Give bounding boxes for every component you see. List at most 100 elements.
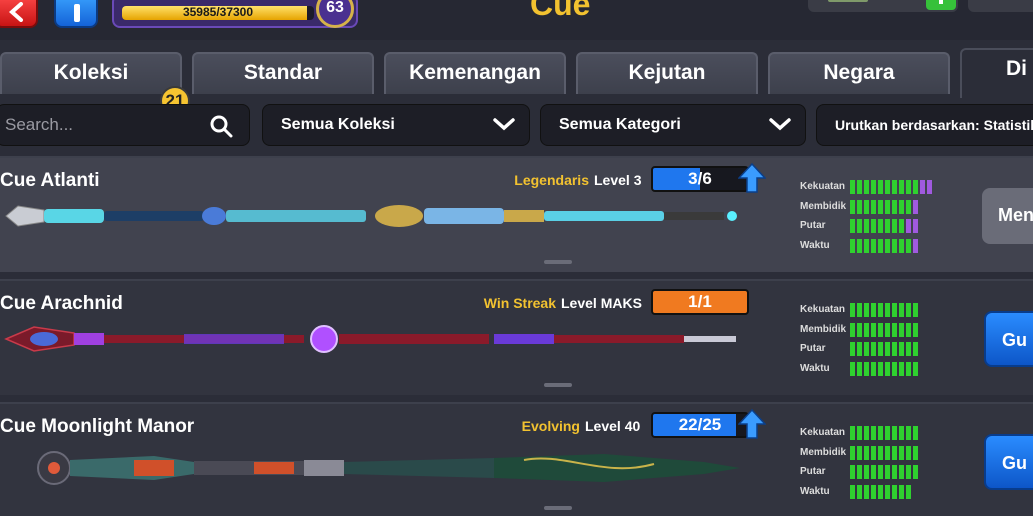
stat-label: Kekuatan: [800, 304, 846, 315]
stat-spin: Putar: [800, 340, 940, 360]
cue-stats: Kekuatan Membidik Putar Waktu: [800, 301, 940, 379]
tab-koleksi[interactable]: Koleksi: [0, 52, 182, 94]
upgrade-arrow-icon[interactable]: [738, 163, 766, 193]
cue-arachnid-image: [4, 325, 736, 353]
search-box[interactable]: [0, 104, 250, 146]
stat-segment: [892, 426, 897, 440]
stat-segment: [885, 199, 890, 214]
stat-segment: [857, 219, 862, 233]
stat-segment: [878, 445, 883, 460]
stat-segment: [878, 484, 883, 499]
currency-balance[interactable]: [968, 0, 1033, 12]
stat-segment-bonus: [913, 219, 918, 233]
xp-text: 35985/37300: [182, 5, 254, 19]
sort-dropdown-label: Urutkan berdasarkan: Statistik: [835, 117, 1033, 133]
stat-bars: [850, 238, 918, 253]
stat-segment: [899, 342, 904, 356]
add-cash-button[interactable]: [926, 0, 956, 10]
sort-dropdown[interactable]: Urutkan berdasarkan: Statistik: [816, 104, 1033, 146]
cue-row[interactable]: Cue Moonlight Manor Evolving Level 40 22…: [0, 402, 1033, 516]
level-progress-text: 1/1: [688, 292, 712, 311]
stat-segment: [871, 342, 876, 356]
stat-label: Membidik: [800, 323, 847, 335]
stat-segment: [892, 484, 897, 499]
stat-segment: [857, 484, 862, 499]
stat-segment: [899, 361, 904, 376]
category-dropdown[interactable]: Semua Kategori: [540, 104, 806, 146]
tab-kemenangan[interactable]: Kemenangan: [384, 52, 566, 94]
stat-segment: [892, 322, 897, 337]
stat-segment: [913, 180, 918, 194]
search-input[interactable]: [5, 114, 205, 136]
stat-bars: [850, 219, 918, 233]
stat-segment: [892, 199, 897, 214]
stat-segment: [892, 445, 897, 460]
stat-segment-bonus: [927, 180, 932, 194]
use-button[interactable]: Gu: [984, 311, 1033, 367]
stat-segment: [885, 322, 890, 337]
stat-segment: [857, 342, 862, 356]
tab-negara[interactable]: Negara: [768, 52, 950, 94]
tab-standar[interactable]: Standar: [192, 52, 374, 94]
stat-segment: [871, 322, 876, 337]
stat-segment: [885, 426, 890, 440]
cue-moonlight-manor-image: [37, 451, 740, 485]
stat-segment: [864, 445, 869, 460]
search-icon[interactable]: [209, 114, 233, 138]
stat-segment: [906, 322, 911, 337]
stat-label: Waktu: [800, 485, 830, 497]
stat-segment: [899, 303, 904, 317]
level-progress-bar: 3/6: [651, 166, 749, 192]
collection-dropdown[interactable]: Semua Koleksi: [262, 104, 530, 146]
stat-segment: [892, 361, 897, 376]
cue-row[interactable]: Cue Arachnid Win Streak Level MAKS 1/1 K…: [0, 279, 1033, 395]
stat-aim: Membidik: [800, 198, 940, 218]
stat-bars: [850, 445, 918, 460]
cue-row[interactable]: Cue Atlanti Legendaris Level 3 3/6 Kekua…: [0, 156, 1033, 272]
stat-segment: [864, 199, 869, 214]
stat-bars: [850, 465, 918, 479]
tab-kejutan[interactable]: Kejutan: [576, 52, 758, 94]
stat-segment: [871, 219, 876, 233]
stat-segment: [871, 303, 876, 317]
stat-segment: [864, 180, 869, 194]
stat-segment: [857, 238, 862, 253]
stat-segment: [885, 342, 890, 356]
stat-segment: [913, 361, 918, 376]
upgrade-arrow-icon[interactable]: [738, 409, 766, 439]
tab-di[interactable]: Di: [960, 48, 1033, 98]
stat-time: Waktu: [800, 483, 940, 503]
stat-segment: [864, 361, 869, 376]
stat-segment: [885, 180, 890, 194]
scroll-indicator: [544, 260, 572, 264]
stat-segment: [885, 303, 890, 317]
stat-bars: [850, 180, 932, 194]
cash-icon: [828, 0, 868, 2]
rarity-label: Legendaris: [514, 172, 589, 188]
stat-segment: [906, 465, 911, 479]
upgrade-button[interactable]: Meng: [982, 188, 1033, 244]
stat-aim: Membidik: [800, 444, 940, 464]
stat-time: Waktu: [800, 237, 940, 257]
stat-label: Membidik: [800, 200, 847, 212]
info-icon: [74, 4, 80, 22]
stat-power: Kekuatan: [800, 424, 940, 444]
stat-label: Membidik: [800, 446, 847, 458]
stat-label: Putar: [800, 466, 826, 477]
use-button[interactable]: Gu: [984, 434, 1033, 490]
scroll-indicator: [544, 506, 572, 510]
stat-segment: [850, 180, 855, 194]
info-button[interactable]: [54, 0, 98, 28]
stat-segment: [878, 219, 883, 233]
back-arrow-icon: [8, 2, 23, 22]
stat-segment: [913, 445, 918, 460]
stat-segment: [899, 465, 904, 479]
stat-segment: [857, 426, 862, 440]
stat-bars: [850, 426, 918, 440]
stat-segment: [878, 238, 883, 253]
back-button[interactable]: [0, 0, 38, 28]
top-bar: 35985/37300 63 Cue: [0, 0, 1033, 40]
stat-segment: [906, 303, 911, 317]
stat-segment: [892, 465, 897, 479]
stat-segment: [913, 303, 918, 317]
